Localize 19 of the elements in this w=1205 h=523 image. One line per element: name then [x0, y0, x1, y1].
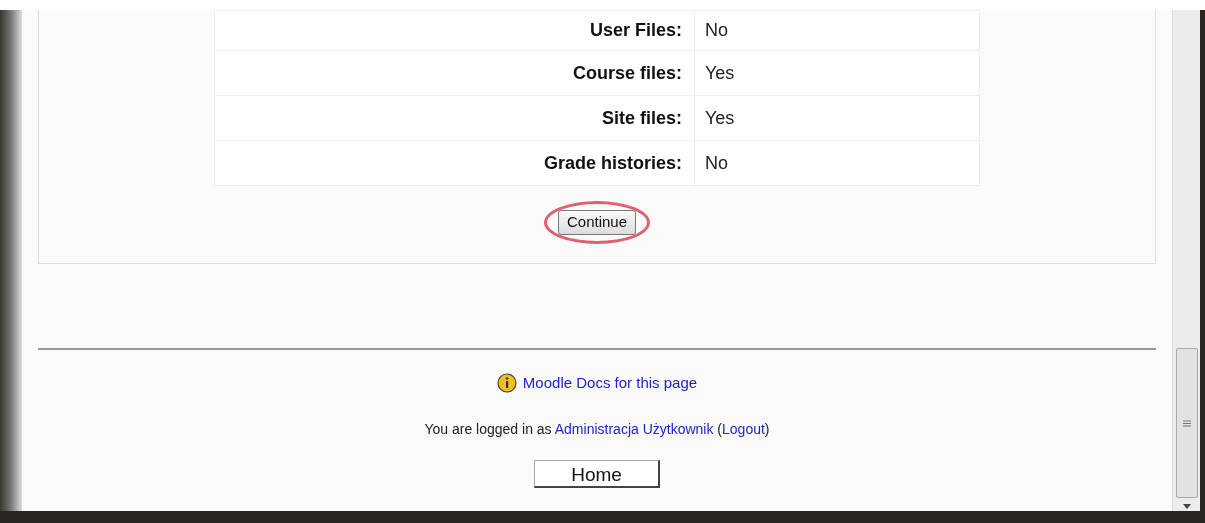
login-info-text: You are logged in as Administracja Użytkownik (Logout): [424, 419, 770, 439]
home-button[interactable]: Home: [534, 459, 660, 488]
setting-label: Site files:: [214, 95, 695, 141]
docs-link[interactable]: Moodle Docs for this page: [522, 372, 698, 395]
setting-value: Yes: [694, 50, 980, 96]
scroll-down-icon[interactable]: [1182, 504, 1191, 509]
scrollbar-thumb[interactable]: [1175, 348, 1198, 498]
continue-button[interactable]: Continue: [557, 210, 636, 235]
setting-label: User Files:: [214, 10, 695, 51]
setting-label: Grade histories:: [214, 140, 695, 186]
setting-value: Yes: [694, 95, 980, 141]
setting-label: Course files:: [214, 50, 695, 96]
setting-value: No: [694, 140, 980, 186]
logout-link[interactable]: Logout: [722, 420, 765, 437]
setting-value: No: [694, 10, 980, 51]
grip-icon: [1182, 419, 1191, 427]
scrollbar[interactable]: [1172, 10, 1200, 511]
info-icon: [496, 373, 517, 394]
user-link[interactable]: Administracja Użytkownik: [554, 420, 714, 437]
